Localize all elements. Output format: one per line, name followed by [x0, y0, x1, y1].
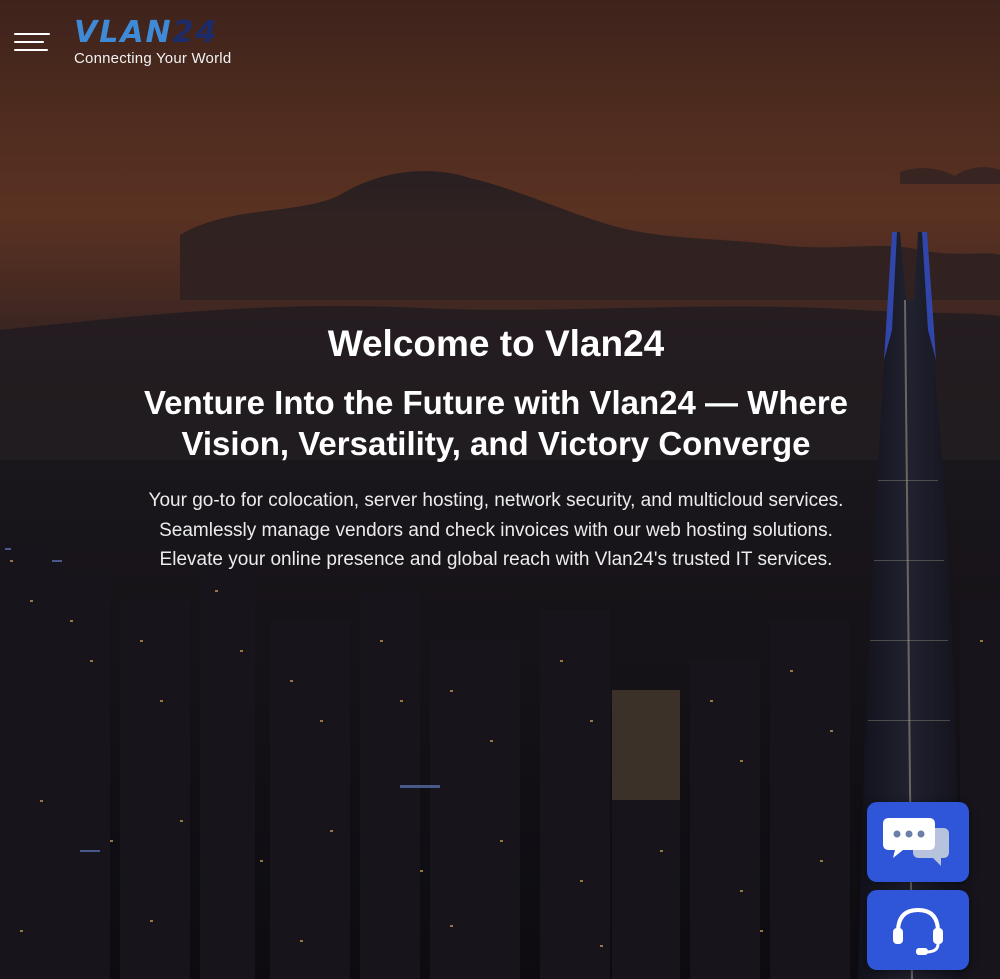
headset-support-icon: [893, 907, 943, 955]
hero-subtitle: Venture Into the Future with Vlan24 — Wh…: [143, 384, 849, 462]
menu-bar: [14, 49, 48, 51]
menu-bar: [14, 41, 44, 43]
hero-title: Welcome to Vlan24: [327, 323, 665, 364]
hero-description: Your go-to for colocation, server hostin…: [148, 490, 844, 570]
logo-wordmark-part2: 24: [172, 15, 219, 50]
chat-bubbles-icon: [883, 818, 949, 866]
logo-tagline: Connecting Your World: [74, 50, 232, 67]
logo-wordmark-part1: VLAN: [74, 15, 173, 50]
menu-bar: [14, 33, 50, 35]
chat-button[interactable]: [867, 802, 969, 882]
logo-wordmark: VLAN24: [74, 18, 284, 48]
hamburger-menu-icon[interactable]: [14, 30, 50, 54]
site-logo[interactable]: VLAN24 Connecting Your World: [74, 18, 284, 70]
hero-section: Welcome to Vlan24 Venture Into the Futur…: [130, 322, 862, 575]
support-button[interactable]: [867, 890, 969, 970]
landing-page: VLAN24 Connecting Your World Welcome to …: [0, 0, 1000, 979]
